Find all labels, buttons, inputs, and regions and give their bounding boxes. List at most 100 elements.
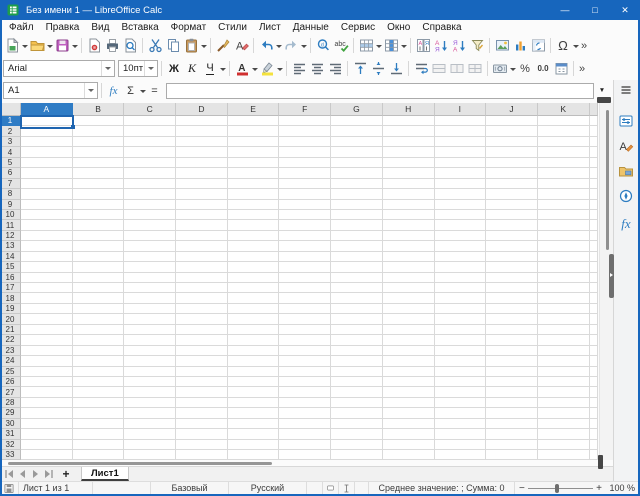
cell-J14[interactable] xyxy=(486,252,538,262)
cell-D7[interactable] xyxy=(176,179,228,189)
cell-H5[interactable] xyxy=(383,158,435,168)
cell-E30[interactable] xyxy=(228,419,280,429)
zoom-out-button[interactable]: − xyxy=(519,483,525,494)
cell-B22[interactable] xyxy=(73,335,125,345)
cell-K32[interactable] xyxy=(538,440,590,450)
last-sheet-button[interactable] xyxy=(42,467,55,481)
merge-and-center-button[interactable] xyxy=(430,59,448,79)
cell-F2[interactable] xyxy=(279,126,331,136)
first-sheet-button[interactable] xyxy=(3,467,16,481)
date-format-button[interactable] xyxy=(552,59,570,79)
row-header-29[interactable]: 29 xyxy=(0,408,21,418)
cell-A21[interactable] xyxy=(21,325,73,335)
insert-mode-status[interactable] xyxy=(338,482,354,494)
cell-C8[interactable] xyxy=(124,189,176,199)
cell-K24[interactable] xyxy=(538,356,590,366)
cell-D6[interactable] xyxy=(176,168,228,178)
cell-G11[interactable] xyxy=(331,220,383,230)
cell-J18[interactable] xyxy=(486,293,538,303)
cell-K13[interactable] xyxy=(538,241,590,251)
cell-F10[interactable] xyxy=(279,210,331,220)
cell-I22[interactable] xyxy=(435,335,487,345)
cell-G1[interactable] xyxy=(331,116,383,126)
open-button[interactable] xyxy=(28,36,46,56)
row-header-31[interactable]: 31 xyxy=(0,429,21,439)
cell-H10[interactable] xyxy=(383,210,435,220)
cell-K11[interactable] xyxy=(538,220,590,230)
cell-I2[interactable] xyxy=(435,126,487,136)
toolbar-overflow-button[interactable]: » xyxy=(581,40,587,52)
minimize-button[interactable]: — xyxy=(550,0,580,20)
cell-D11[interactable] xyxy=(176,220,228,230)
cell-H19[interactable] xyxy=(383,304,435,314)
cell-G18[interactable] xyxy=(331,293,383,303)
row-header-8[interactable]: 8 xyxy=(0,189,21,199)
cell-J2[interactable] xyxy=(486,126,538,136)
cell-J5[interactable] xyxy=(486,158,538,168)
cell-C6[interactable] xyxy=(124,168,176,178)
cell-I24[interactable] xyxy=(435,356,487,366)
cell-partial-5[interactable] xyxy=(590,158,598,168)
cell-H4[interactable] xyxy=(383,147,435,157)
insert-chart-button[interactable] xyxy=(511,36,529,56)
cell-A32[interactable] xyxy=(21,440,73,450)
cell-I8[interactable] xyxy=(435,189,487,199)
column-header-J[interactable]: J xyxy=(486,103,538,116)
cell-I11[interactable] xyxy=(435,220,487,230)
cell-D22[interactable] xyxy=(176,335,228,345)
row-header-32[interactable]: 32 xyxy=(0,440,21,450)
cell-C24[interactable] xyxy=(124,356,176,366)
cell-partial-11[interactable] xyxy=(590,220,598,230)
row-header-9[interactable]: 9 xyxy=(0,200,21,210)
font-size-combo[interactable]: 10пт xyxy=(118,60,158,77)
cell-G21[interactable] xyxy=(331,325,383,335)
cell-B6[interactable] xyxy=(73,168,125,178)
cell-A2[interactable] xyxy=(21,126,73,136)
cell-G19[interactable] xyxy=(331,304,383,314)
underline-button[interactable]: Ч xyxy=(201,59,219,79)
cell-I4[interactable] xyxy=(435,147,487,157)
cell-J13[interactable] xyxy=(486,241,538,251)
cell-H21[interactable] xyxy=(383,325,435,335)
cell-partial-16[interactable] xyxy=(590,273,598,283)
cell-H17[interactable] xyxy=(383,283,435,293)
sort-ascending-button[interactable]: АЯ xyxy=(432,36,450,56)
cell-C7[interactable] xyxy=(124,179,176,189)
sidebar-hide-grip[interactable] xyxy=(609,254,614,298)
cell-J20[interactable] xyxy=(486,314,538,324)
font-size-chevron-icon[interactable] xyxy=(144,61,157,76)
name-box-chevron-icon[interactable] xyxy=(84,83,97,98)
currency-format-button[interactable] xyxy=(491,59,509,79)
cell-D20[interactable] xyxy=(176,314,228,324)
center-vertically-button[interactable] xyxy=(369,59,387,79)
sidebar-tab-gallery[interactable] xyxy=(615,163,637,184)
cell-B18[interactable] xyxy=(73,293,125,303)
cell-partial-33[interactable] xyxy=(590,450,598,460)
cell-K31[interactable] xyxy=(538,429,590,439)
cell-B30[interactable] xyxy=(73,419,125,429)
cell-H32[interactable] xyxy=(383,440,435,450)
align-bottom-button[interactable] xyxy=(387,59,405,79)
paste-dropdown[interactable] xyxy=(200,36,207,56)
cell-F21[interactable] xyxy=(279,325,331,335)
cell-G2[interactable] xyxy=(331,126,383,136)
cell-H7[interactable] xyxy=(383,179,435,189)
cell-C18[interactable] xyxy=(124,293,176,303)
underline-dropdown[interactable] xyxy=(219,59,226,79)
cell-B14[interactable] xyxy=(73,252,125,262)
cell-F32[interactable] xyxy=(279,440,331,450)
cell-D27[interactable] xyxy=(176,387,228,397)
cell-H2[interactable] xyxy=(383,126,435,136)
cell-J33[interactable] xyxy=(486,450,538,460)
cell-B20[interactable] xyxy=(73,314,125,324)
menu-item-Сервис[interactable]: Сервис xyxy=(335,20,381,34)
cell-C23[interactable] xyxy=(124,346,176,356)
cell-partial-18[interactable] xyxy=(590,293,598,303)
cell-F3[interactable] xyxy=(279,137,331,147)
cell-C29[interactable] xyxy=(124,408,176,418)
cell-K21[interactable] xyxy=(538,325,590,335)
cell-H22[interactable] xyxy=(383,335,435,345)
cell-F7[interactable] xyxy=(279,179,331,189)
cell-D18[interactable] xyxy=(176,293,228,303)
cell-J3[interactable] xyxy=(486,137,538,147)
